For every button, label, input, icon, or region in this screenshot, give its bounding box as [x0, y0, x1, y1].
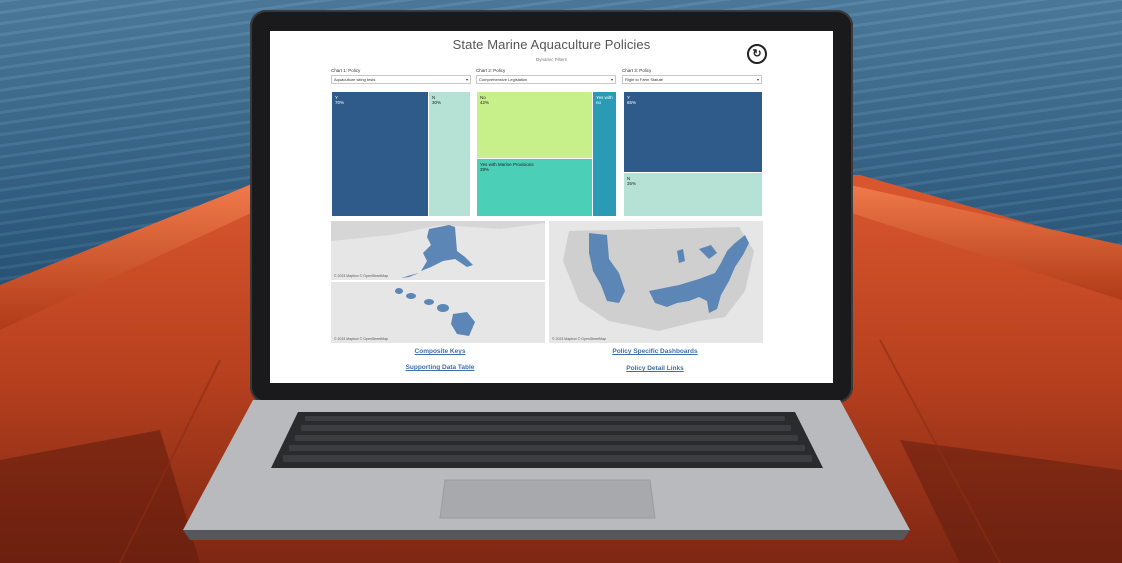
- map-contiguous-us[interactable]: © 2023 Mapbox © OpenStreetMap: [549, 221, 763, 343]
- treemap-cell-no[interactable]: No 42%: [477, 92, 592, 158]
- laptop-base: [183, 400, 910, 540]
- treemap-chart-1: Y 70% N 30%: [332, 92, 470, 216]
- cell-value: 70%: [335, 100, 345, 105]
- cell-value: 39%: [480, 167, 490, 172]
- hawaii-map-graphic: [395, 288, 475, 336]
- cell-label: Yes with no: [596, 95, 613, 105]
- filter-chart-3: Chart 3: Policy Right to Farm Statute ▾: [622, 68, 762, 84]
- cell-value: 35%: [627, 181, 637, 186]
- us-map-graphic: [563, 227, 754, 331]
- link-policy-specific-dashboards[interactable]: Policy Specific Dashboards: [575, 348, 735, 355]
- policy-select-chart-1[interactable]: Aquaculture siting tests ▾: [331, 75, 471, 84]
- treemap-cell-y[interactable]: Y 70%: [332, 92, 428, 216]
- link-policy-detail-links[interactable]: Policy Detail Links: [575, 365, 735, 372]
- filter-chart-2: Chart 2: Policy Comprehensive Legislatio…: [476, 68, 616, 84]
- map-alaska[interactable]: © 2023 Mapbox © OpenStreetMap: [331, 221, 545, 280]
- treemap-chart-2: No 42% Yes with Marine Provisions 39% Ye…: [477, 92, 616, 216]
- chevron-down-icon: ▾: [465, 77, 468, 82]
- filter-label: Chart 2: Policy: [476, 68, 506, 73]
- treemap-chart-3: Y 65% N 35%: [624, 92, 762, 216]
- cell-value: 30%: [432, 100, 442, 105]
- treemap-cell-y[interactable]: Y 65%: [624, 92, 762, 172]
- select-value: Aquaculture siting tests: [334, 77, 376, 82]
- map-attribution: © 2023 Mapbox © OpenStreetMap: [334, 274, 388, 278]
- map-hawaii[interactable]: © 2023 Mapbox © OpenStreetMap: [331, 282, 545, 343]
- dashboard-subtitle: Dynamic Filters: [535, 57, 567, 62]
- policy-select-chart-3[interactable]: Right to Farm Statute ▾: [622, 75, 762, 84]
- filter-label: Chart 1: Policy: [331, 68, 361, 73]
- alaska-map-graphic: [331, 221, 545, 278]
- laptop-screen: State Marine Aquaculture Policies ↻ Dyna…: [270, 31, 833, 383]
- treemap-cell-yes-no[interactable]: Yes with no: [593, 92, 616, 216]
- map-attribution: © 2023 Mapbox © OpenStreetMap: [334, 337, 388, 341]
- chevron-down-icon: ▾: [610, 77, 613, 82]
- link-composite-keys[interactable]: Composite Keys: [360, 348, 520, 355]
- map-attribution: © 2023 Mapbox © OpenStreetMap: [552, 337, 606, 341]
- treemap-cell-n[interactable]: N 35%: [624, 173, 762, 216]
- select-value: Right to Farm Statute: [625, 77, 664, 82]
- cell-value: 42%: [480, 100, 490, 105]
- filter-label: Chart 3: Policy: [622, 68, 652, 73]
- select-value: Comprehensive Legislation: [479, 77, 528, 82]
- filter-chart-1: Chart 1: Policy Aquaculture siting tests…: [331, 68, 471, 84]
- treemap-cell-n[interactable]: N 30%: [429, 92, 470, 216]
- policy-select-chart-2[interactable]: Comprehensive Legislation ▾: [476, 75, 616, 84]
- chevron-down-icon: ▾: [756, 77, 759, 82]
- link-supporting-data-table[interactable]: Supporting Data Table: [360, 364, 520, 371]
- treemap-cell-yes-marine[interactable]: Yes with Marine Provisions 39%: [477, 159, 592, 216]
- cell-value: 65%: [627, 100, 637, 105]
